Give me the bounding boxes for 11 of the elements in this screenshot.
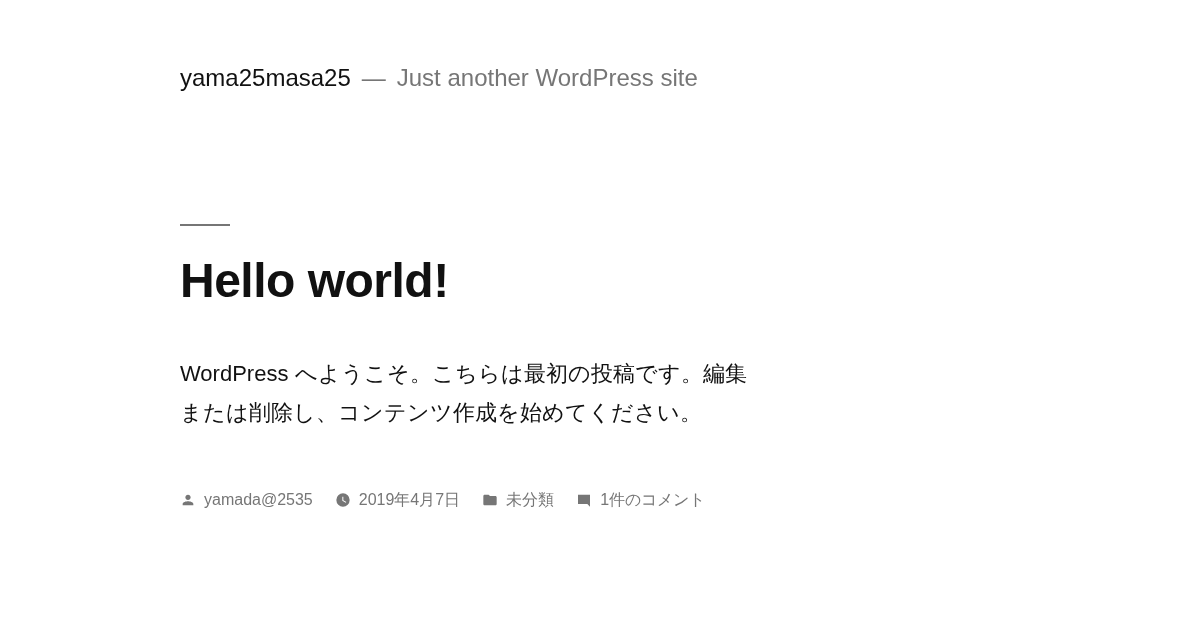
clock-icon bbox=[334, 492, 351, 509]
comment-icon bbox=[576, 492, 593, 509]
post-body: WordPress へようこそ。こちらは最初の投稿です。編集または削除し、コンテンツ作成を始めてください。 bbox=[180, 359, 748, 427]
post-category-link[interactable]: 未分類 bbox=[506, 489, 555, 511]
post-title: Hello world! bbox=[180, 253, 450, 309]
post-comments-link[interactable]: 1件のコメント bbox=[600, 489, 706, 511]
site-tagline: Just another WordPress site bbox=[396, 64, 698, 92]
title-separator: — bbox=[361, 64, 386, 92]
post-date-link[interactable]: 2019年4月7日 bbox=[358, 489, 461, 511]
post-author-link[interactable]: yamada@2535 bbox=[204, 491, 313, 510]
site-title[interactable]: yama25masa25 bbox=[180, 64, 351, 92]
